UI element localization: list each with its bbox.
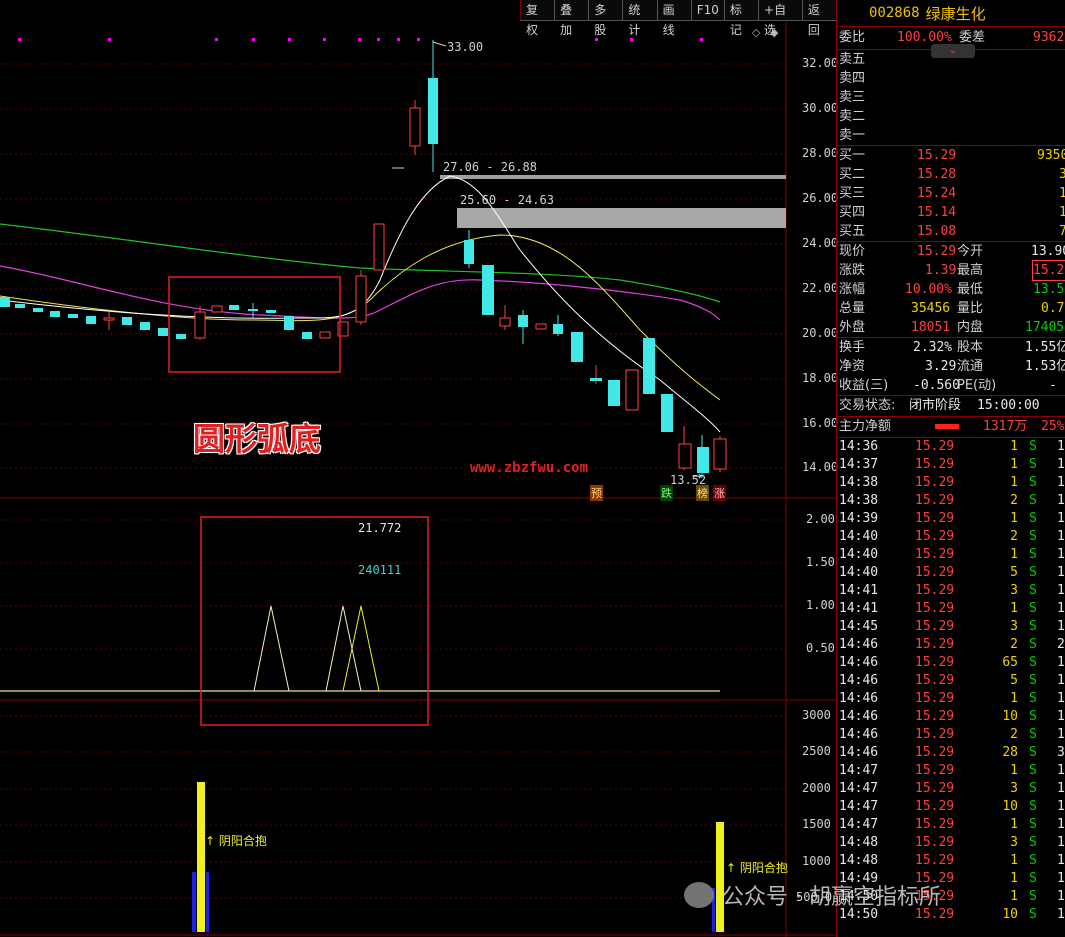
tick-row: 14:48 15.29 1 S 1 [839, 853, 1065, 868]
sell-book: 卖五 卖四 卖三 卖二 卖一 [839, 52, 866, 143]
tick-row: 14:40 15.29 2 S 1 [839, 529, 1065, 544]
wechat-watermark: 公众号 · 胡赢空指标所 [684, 878, 941, 912]
tick-row: 14:48 15.29 3 S 1 [839, 835, 1065, 850]
tick-row: 14:46 15.29 10 S 1 [839, 709, 1065, 724]
candles [0, 40, 727, 478]
tick-row: 14:46 15.29 2 S 2 [839, 637, 1065, 652]
quote-row-price: 现价15.29今开13.90 [839, 244, 1065, 259]
quote-row-change: 涨跌1.39最高15.29 [837, 260, 1065, 281]
buy-row-1: 买一15.299350 [839, 148, 1065, 163]
stock-code: 002868 [869, 5, 920, 21]
main-net-bar [935, 424, 959, 429]
stats-button[interactable]: 统计 [622, 0, 657, 37]
quote-panel: 002868 绿康生化 委比 100.00% 委差 9362 ⌄ 卖五 卖四 卖… [836, 0, 1065, 937]
volume-bar-1 [197, 782, 205, 932]
tick-row: 14:46 15.29 28 S 3 [839, 745, 1065, 760]
tick-row: 14:37 15.29 1 S 1 [839, 457, 1065, 472]
main-net-row: 主力净额 1317万 25% [837, 416, 1065, 437]
tick-row: 14:46 15.29 2 S 1 [839, 727, 1065, 742]
quote-block-2: 换手 2.32% 股本 1.55亿 净资 3.29 流通 1.53亿 收益(三) -0.560… [837, 337, 1065, 395]
volume-bar-1c [206, 872, 209, 932]
tick-row: 14:40 15.29 5 S 1 [839, 565, 1065, 580]
indicator-box [200, 516, 429, 726]
tick-row: 14:41 15.29 3 S 1 [839, 583, 1065, 598]
tick-row: 14:39 15.29 1 S 1 [839, 511, 1065, 526]
add-watchlist-button[interactable]: +自选 [758, 0, 802, 37]
site-watermark: www.zbzfwu.com [470, 460, 589, 476]
tick-row: 14:47 15.29 1 S 1 [839, 763, 1065, 778]
stock-header: 002868 绿康生化 [837, 0, 1065, 27]
volume-bar-2 [716, 822, 724, 932]
volume-label-2: ↑ 阴阳合抱 [726, 861, 788, 875]
f10-button[interactable]: F10 [690, 0, 724, 21]
mark-button[interactable]: 标记 [723, 0, 759, 37]
buy-row-5: 买五15.087 [839, 224, 1065, 239]
tick-row: 14:38 15.29 2 S 1 [839, 493, 1065, 508]
price-grid [0, 63, 786, 899]
volume-label-1: ↑ 阴阳合抱 [205, 834, 267, 848]
zone2-label: 25.60 - 24.63 [460, 193, 554, 207]
low-arrow-icon: → [692, 469, 703, 483]
tick-row: 14:46 15.29 5 S 1 [839, 673, 1065, 688]
stock-name: 绿康生化 [925, 4, 986, 23]
tick-row: 14:38 15.29 1 S 1 [839, 475, 1065, 490]
diamond-icon[interactable]: ◇ [752, 26, 761, 39]
zone1-label: 27.06 - 26.88 [443, 160, 537, 174]
tick-row: 14:45 15.29 3 S 1 [839, 619, 1065, 634]
buy-row-4: 买四15.141 [839, 205, 1065, 220]
tick-row: 14:47 15.29 1 S 1 [839, 817, 1065, 832]
quote-row-netasset: 净资 3.29 流通 1.53亿 [839, 359, 1065, 374]
wechat-icon [684, 882, 714, 908]
draw-line-button[interactable]: 画线 [656, 0, 691, 37]
tick-row: 14:47 15.29 10 S 1 [839, 799, 1065, 814]
tick-row: 14:47 15.29 3 S 1 [839, 781, 1065, 796]
tick-list[interactable]: 14:36 15.29 1 S 1 14:37 15.29 1 S 1 14:38 15.29 1 S 1 1… [837, 437, 1065, 924]
chart-toolbar: 复权 叠加 多股 统计 画线 F10 标记 +自选 返回 [520, 0, 836, 37]
tag-bang: 榜 [696, 485, 709, 501]
quote-row-outer: 外盘 18051 内盘 17405 [839, 320, 1065, 335]
trade-status-row: 交易状态: 闭市阶段 15:00:00 [837, 395, 1065, 416]
quote-row-pct: 涨幅10.00%最低13.52 [839, 282, 1065, 297]
chart-title-annotation: 圆形弧底 [193, 420, 322, 458]
quote-row-volume: 总量35456量比0.72 [839, 301, 1065, 316]
quote-row-eps: 收益(三) -0.560 PE(动) - [839, 378, 1057, 393]
resistance-zone-1 [440, 175, 786, 179]
tick-row: 14:36 15.29 1 S 1 [839, 439, 1065, 454]
tick-row: 14:4615.2965S17 [839, 655, 1065, 670]
kline-chart[interactable]: ◇ ◆ [0, 0, 836, 937]
indicator-value-1: 21.772 [358, 521, 402, 535]
buy-book: 买一15.299350 买二15.283 买三15.241 买四15.141 买… [837, 145, 1065, 241]
high-pointer [432, 41, 447, 47]
overlay-button[interactable]: 叠加 [554, 0, 589, 37]
tag-die: 跌 [660, 485, 673, 501]
tick-row: 14:46 15.29 1 S 1 [839, 691, 1065, 706]
volume-bar-1b [192, 872, 196, 932]
kline-chart-area[interactable]: ◇ ◆ [0, 0, 838, 937]
tag-yu: 预 [590, 485, 603, 501]
high-price-label: 33.00 [447, 40, 484, 54]
tick-row: 14:40 15.29 1 S 1 [839, 547, 1065, 562]
indicator-value-2: 240111 [358, 563, 402, 577]
quote-block: 现价15.29今开13.90 涨跌1.39最高15.29 涨幅10.00%最低1… [837, 241, 1065, 337]
resistance-zone-2 [457, 208, 786, 228]
tick-row: 14:41 15.29 1 S 1 [839, 601, 1065, 616]
buy-row-2: 买二15.283 [839, 167, 1065, 182]
quote-row-turnover: 换手 2.32% 股本 1.55亿 [839, 340, 1065, 355]
tag-zhang: 涨 [713, 485, 726, 501]
fuquan-button[interactable]: 复权 [520, 0, 555, 37]
back-button[interactable]: 返回 [801, 0, 836, 37]
multi-stock-button[interactable]: 多股 [588, 0, 623, 37]
buy-row-3: 买三15.241 [839, 186, 1065, 201]
